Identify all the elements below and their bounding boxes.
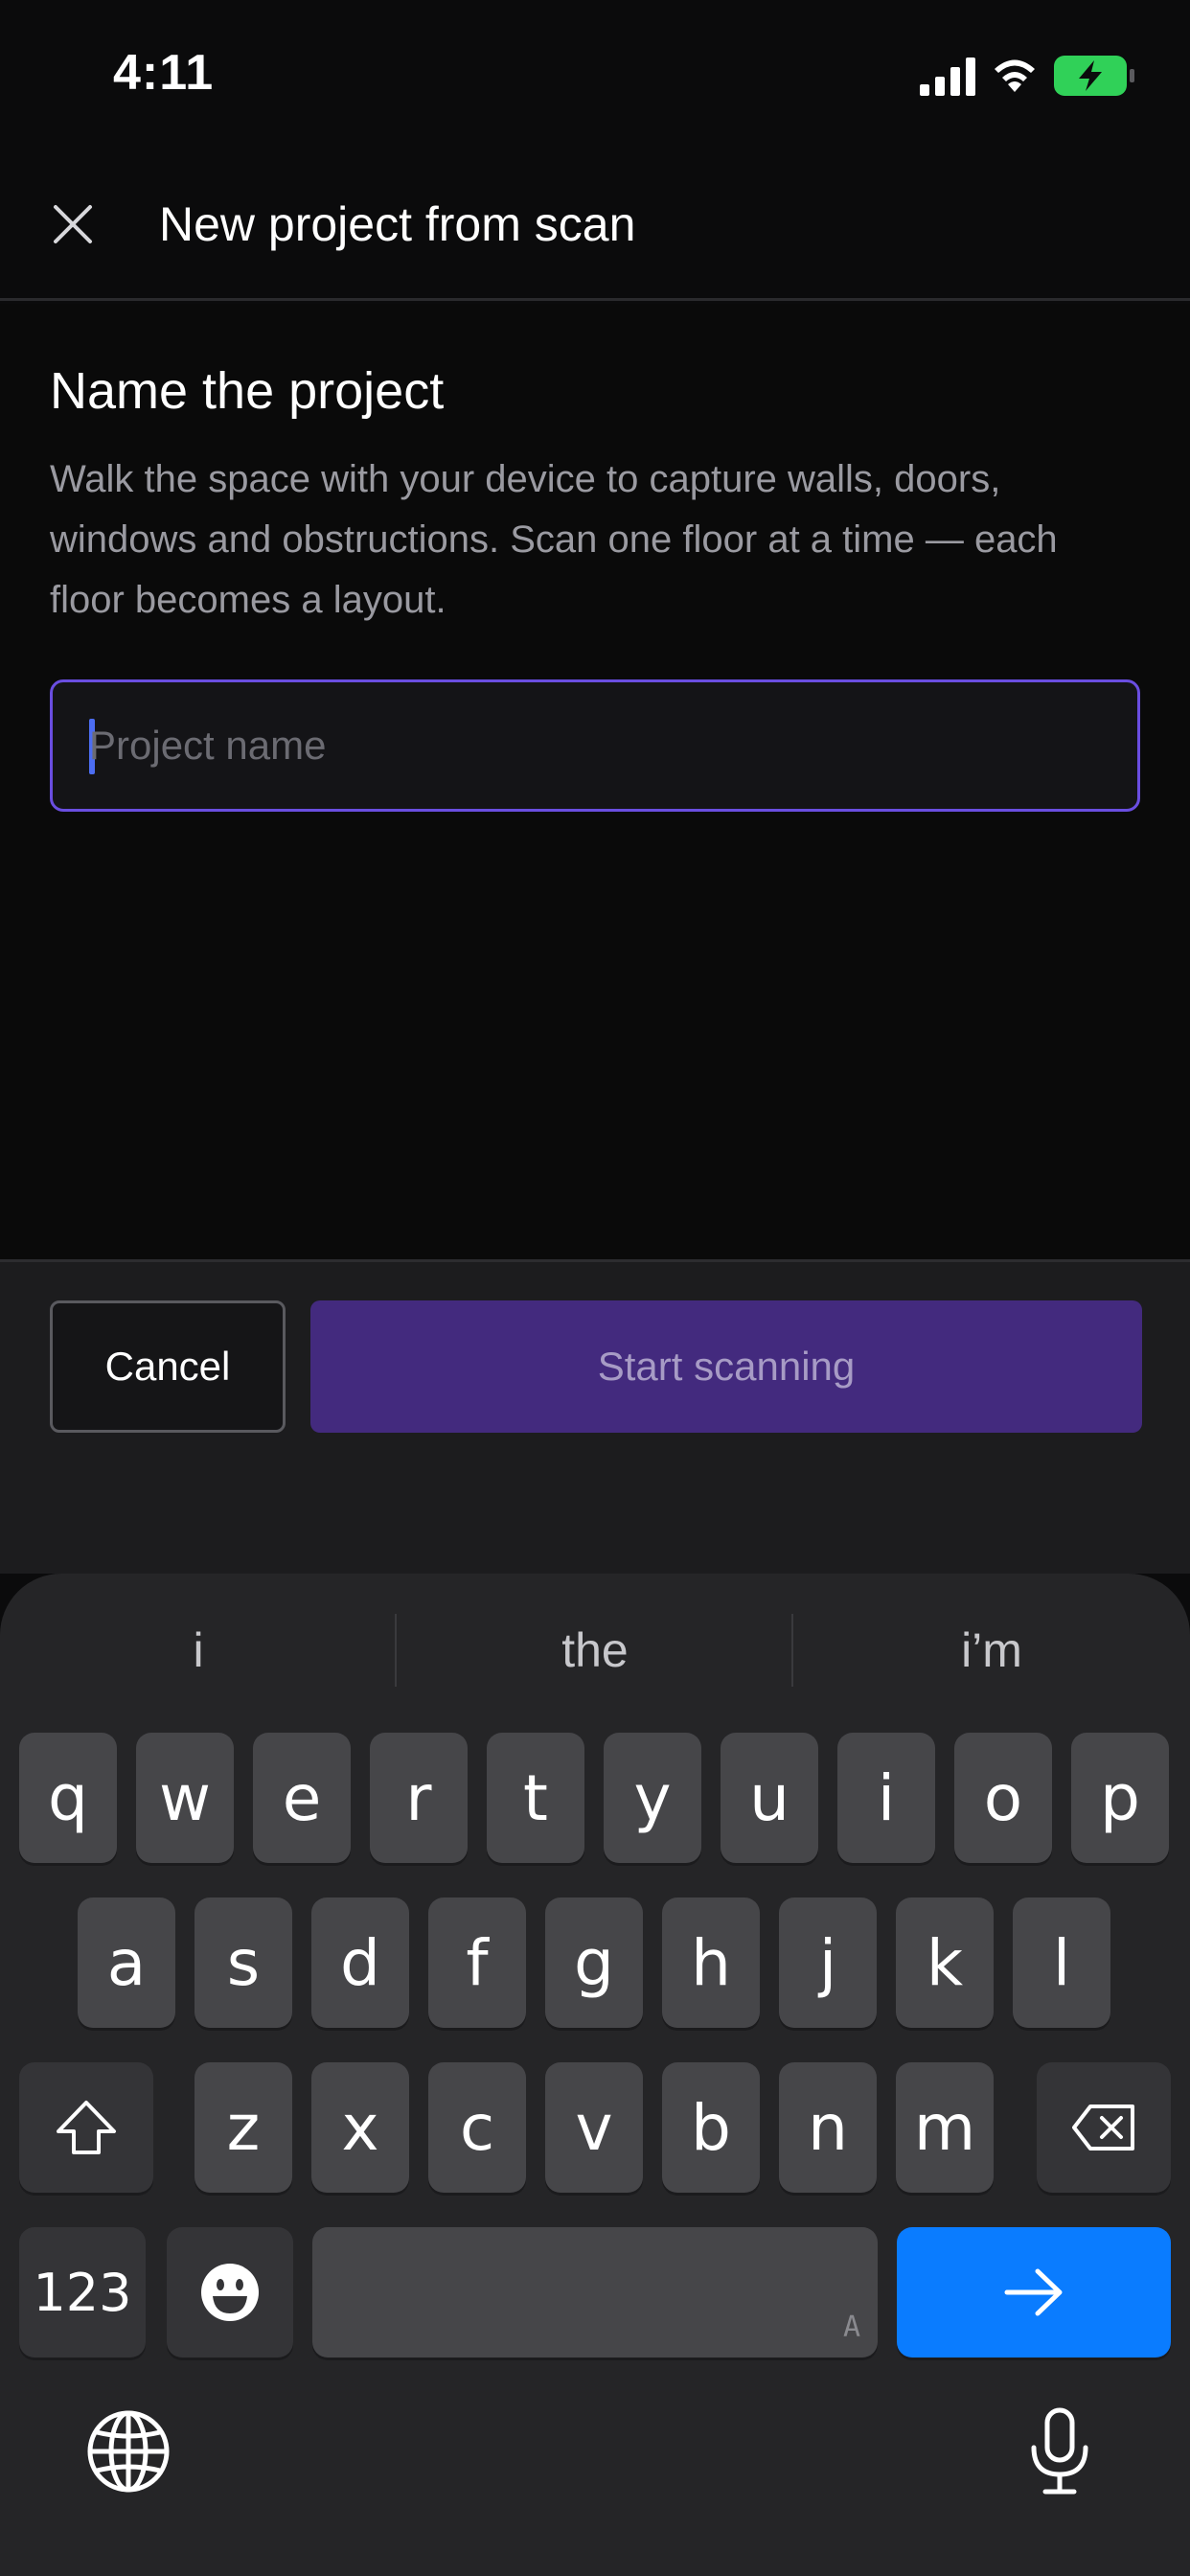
key-z[interactable]: z [195, 2062, 292, 2193]
key-e[interactable]: e [253, 1733, 351, 1863]
key-g[interactable]: g [545, 1898, 643, 2028]
app-header: New project from scan [0, 144, 1190, 301]
shift-key[interactable] [19, 2062, 153, 2193]
key-d[interactable]: d [311, 1898, 409, 2028]
key-i[interactable]: i [837, 1733, 935, 1863]
key-t[interactable]: t [487, 1733, 584, 1863]
close-button[interactable] [42, 194, 103, 255]
key-n[interactable]: n [779, 2062, 877, 2193]
section-description: Walk the space with your device to captu… [50, 458, 1058, 621]
microphone-icon [1031, 2407, 1088, 2495]
close-icon [54, 205, 92, 243]
key-w[interactable]: w [136, 1733, 234, 1863]
space-key-hint: A [842, 2311, 860, 2344]
dictation-button[interactable] [1012, 2404, 1108, 2499]
suggestion-item[interactable]: i’m [793, 1612, 1190, 1689]
key-j[interactable]: j [779, 1898, 877, 2028]
key-x[interactable]: x [311, 2062, 409, 2193]
go-key[interactable] [897, 2227, 1171, 2358]
key-c[interactable]: c [428, 2062, 526, 2193]
key-m[interactable]: m [896, 2062, 994, 2193]
key-q[interactable]: q [19, 1733, 117, 1863]
start-scanning-button[interactable]: Start scanning [310, 1300, 1142, 1433]
key-a[interactable]: a [78, 1898, 175, 2028]
key-l[interactable]: l [1013, 1898, 1110, 2028]
section-title: Name the project [50, 362, 445, 420]
suggestion-item[interactable]: the [397, 1612, 793, 1689]
action-bar: Cancel Start scanning [0, 1259, 1190, 1574]
delete-icon [1072, 2104, 1134, 2150]
key-h[interactable]: h [662, 1898, 760, 2028]
globe-button[interactable] [80, 2404, 176, 2499]
space-key[interactable]: A [312, 2227, 878, 2358]
key-f[interactable]: f [428, 1898, 526, 2028]
status-bar: 4:11 [0, 0, 1190, 144]
project-name-input[interactable] [89, 682, 1095, 809]
delete-key[interactable] [1037, 2062, 1171, 2193]
shift-icon [57, 2101, 116, 2154]
key-r[interactable]: r [370, 1733, 468, 1863]
keyboard: i the i’m q w e r t y u i o p a s d f g … [0, 1574, 1190, 2576]
cancel-button[interactable]: Cancel [50, 1300, 286, 1433]
key-s[interactable]: s [195, 1898, 292, 2028]
key-y[interactable]: y [604, 1733, 701, 1863]
suggestion-bar: i the i’m [0, 1574, 1190, 1727]
key-b[interactable]: b [662, 2062, 760, 2193]
key-u[interactable]: u [721, 1733, 818, 1863]
key-o[interactable]: o [954, 1733, 1052, 1863]
emoji-icon [201, 2264, 259, 2321]
wifi-icon [995, 59, 1035, 92]
signal-icon [920, 58, 975, 96]
main-content: Name the project Walk the space with you… [0, 304, 1190, 1262]
suggestion-item[interactable]: i [0, 1612, 397, 1689]
numbers-key[interactable]: 123 [19, 2227, 146, 2358]
globe-icon [87, 2410, 170, 2493]
battery-charging-icon [1054, 56, 1134, 96]
emoji-key[interactable] [167, 2227, 293, 2358]
page-title: New project from scan [159, 197, 636, 251]
arrow-right-icon [1004, 2268, 1063, 2316]
key-k[interactable]: k [896, 1898, 994, 2028]
project-name-field[interactable] [50, 679, 1140, 812]
status-time: 4:11 [113, 45, 215, 101]
key-p[interactable]: p [1071, 1733, 1169, 1863]
key-v[interactable]: v [545, 2062, 643, 2193]
